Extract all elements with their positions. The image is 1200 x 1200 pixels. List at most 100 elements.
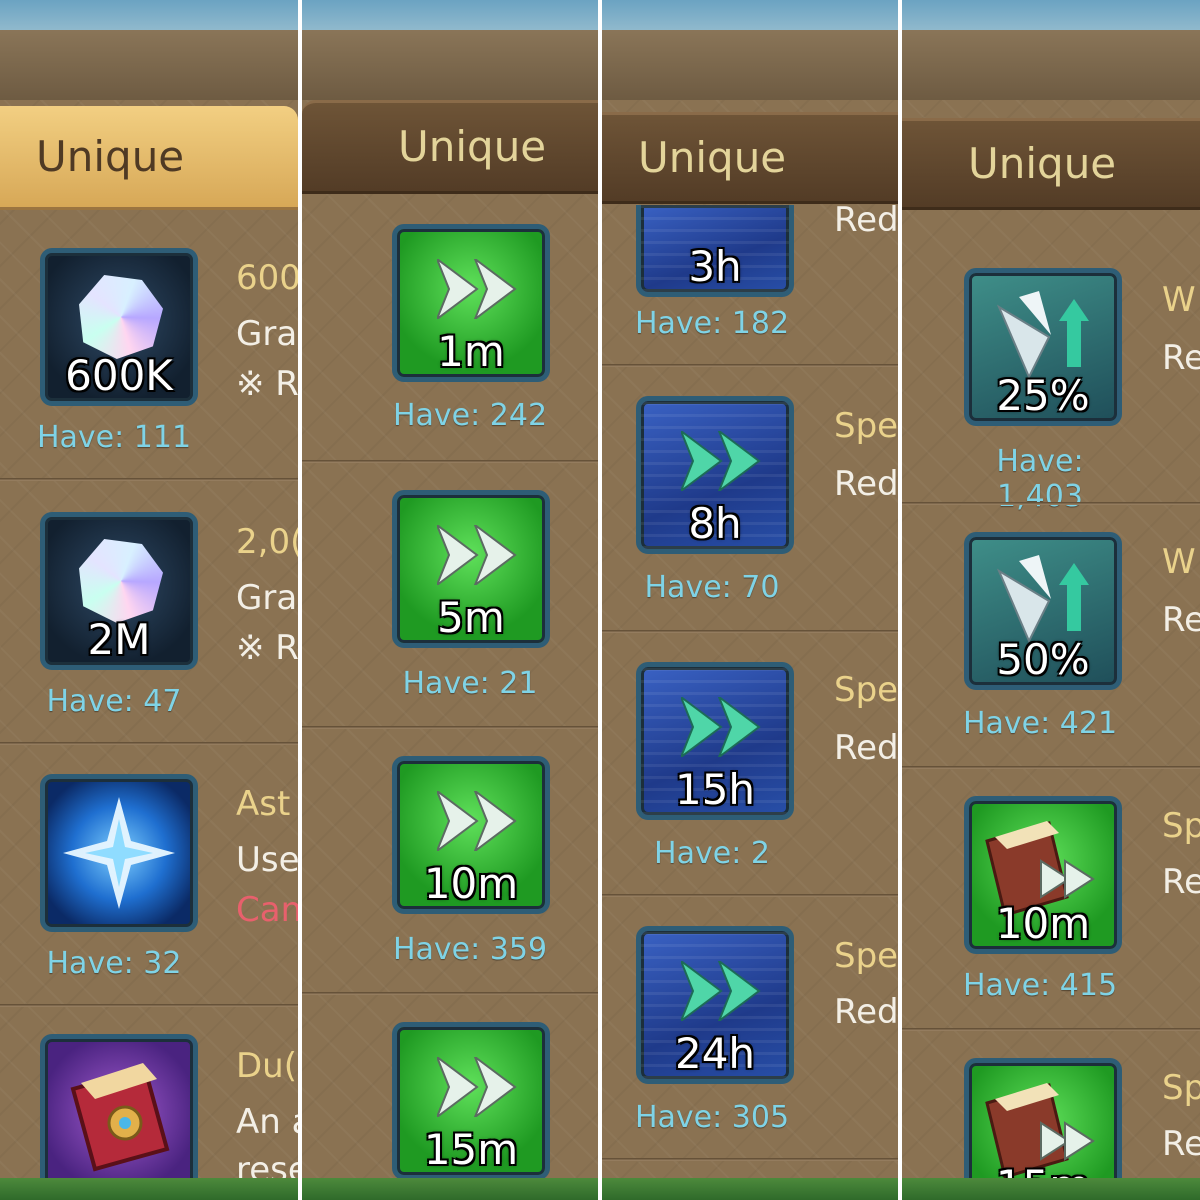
item-desc: Re bbox=[1162, 338, 1200, 378]
spellbook-icon bbox=[40, 1034, 198, 1192]
have-count: Have: 47 bbox=[46, 684, 182, 719]
sparkle-icon bbox=[63, 797, 175, 909]
speedup-arrows-icon: 3h bbox=[636, 205, 794, 297]
wing-icon bbox=[996, 291, 1089, 380]
speedup-arrows-icon: 1m bbox=[392, 224, 550, 382]
item-title: Sp bbox=[1162, 1068, 1200, 1108]
double-arrow-icon bbox=[437, 525, 517, 585]
item-amount: 15h bbox=[674, 765, 756, 814]
have-count: Have: 21 bbox=[402, 666, 538, 701]
item-amount: 25% bbox=[996, 371, 1090, 420]
item-desc: Re bbox=[1162, 600, 1200, 640]
tab-unique[interactable]: Unique bbox=[902, 118, 1200, 210]
item-title: Spe bbox=[834, 936, 898, 976]
have-count: Have: 2 bbox=[654, 836, 770, 871]
row-divider bbox=[902, 1028, 1200, 1031]
tab-unique[interactable]: Unique bbox=[602, 112, 898, 204]
speedup-arrows-icon: 5m bbox=[392, 490, 550, 648]
item-title: Du( bbox=[236, 1046, 297, 1086]
row-divider bbox=[602, 364, 898, 367]
have-count: Have: 359 bbox=[392, 932, 548, 967]
item-desc: Re bbox=[1162, 1124, 1200, 1164]
book-icon bbox=[70, 1063, 170, 1172]
item-amount: 3h bbox=[688, 242, 742, 291]
item-desc: Red bbox=[834, 200, 898, 240]
astral-spark-icon bbox=[40, 774, 198, 932]
have-count: Have: 305 bbox=[634, 1100, 790, 1135]
item-title: Spe bbox=[834, 670, 898, 710]
double-arrow-icon bbox=[437, 1057, 517, 1117]
wings-boost-icon: 25% bbox=[964, 268, 1122, 426]
item-amount: 1m bbox=[437, 327, 505, 376]
item-amount: 8h bbox=[688, 499, 742, 548]
panel-1: Unique 600K Have: 111 600 Gra ※ R 2M Hav… bbox=[0, 0, 298, 1200]
item-desc: Gra bbox=[236, 578, 298, 618]
crystal-gem-icon bbox=[79, 539, 163, 623]
top-bar bbox=[302, 30, 598, 100]
item-title: 600 bbox=[236, 258, 298, 298]
item-amount: 5m bbox=[437, 593, 505, 642]
row-divider bbox=[902, 502, 1200, 505]
double-arrow-icon bbox=[437, 259, 517, 319]
wing-icon bbox=[996, 555, 1089, 644]
item-desc: Red bbox=[834, 728, 898, 768]
top-bar bbox=[0, 30, 298, 100]
have-count: Have: 111 bbox=[36, 420, 192, 455]
tab-unique[interactable]: Unique bbox=[302, 100, 598, 194]
item-desc: Gra bbox=[236, 314, 298, 354]
item-amount: 15m bbox=[423, 1125, 519, 1174]
bottom-strip bbox=[902, 1178, 1200, 1200]
panel-4: Unique 25% Have: 1,403 W Re 50% Have: 42… bbox=[902, 0, 1200, 1200]
item-amount: 10m bbox=[995, 899, 1091, 948]
row-divider bbox=[602, 1158, 898, 1161]
bottom-strip bbox=[302, 1178, 598, 1200]
wings-boost-icon: 50% bbox=[964, 532, 1122, 690]
row-divider bbox=[602, 894, 898, 897]
crystal-icon: 2M bbox=[40, 512, 198, 670]
double-arrow-icon bbox=[681, 697, 761, 757]
have-count: Have: 182 bbox=[634, 306, 790, 341]
crystal-icon: 600K bbox=[40, 248, 198, 406]
item-warning: Can bbox=[236, 890, 298, 930]
speedup-arrows-icon: 15h bbox=[636, 662, 794, 820]
speedup-arrows-icon: 8h bbox=[636, 396, 794, 554]
row-divider bbox=[302, 992, 598, 995]
row-divider bbox=[0, 1004, 298, 1007]
row-divider bbox=[602, 630, 898, 633]
row-divider bbox=[302, 726, 598, 729]
research-speedup-icon: 10m bbox=[964, 796, 1122, 954]
double-arrow-icon bbox=[681, 431, 761, 491]
have-count: Have: 32 bbox=[46, 946, 182, 981]
item-desc: Red bbox=[834, 464, 898, 504]
row-divider bbox=[902, 766, 1200, 769]
item-title: W bbox=[1162, 542, 1196, 582]
speedup-arrows-icon: 10m bbox=[392, 756, 550, 914]
have-count: Have: 421 bbox=[962, 706, 1118, 741]
item-note: ※ R bbox=[236, 628, 298, 668]
double-arrow-icon bbox=[681, 961, 761, 1021]
have-count: Have: 242 bbox=[392, 398, 548, 433]
item-title: Sp bbox=[1162, 806, 1200, 846]
item-title: W bbox=[1162, 280, 1196, 320]
panel-2: Unique 1m Have: 242 5m Have: 21 10m Have… bbox=[302, 0, 598, 1200]
item-desc: Re bbox=[1162, 862, 1200, 902]
row-divider bbox=[0, 742, 298, 745]
item-amount: 24h bbox=[674, 1029, 756, 1078]
double-arrow-icon bbox=[437, 791, 517, 851]
item-amount: 50% bbox=[996, 635, 1090, 684]
bottom-strip bbox=[0, 1178, 298, 1200]
item-desc: Use bbox=[236, 840, 298, 880]
speedup-arrows-icon: 15m bbox=[392, 1022, 550, 1180]
speedup-arrows-icon: 24h bbox=[636, 926, 794, 1084]
tab-unique[interactable]: Unique bbox=[0, 106, 298, 210]
panel-3: Unique 3h Have: 182 Red 8h Have: 70 Spe … bbox=[602, 0, 898, 1200]
item-note: ※ R bbox=[236, 364, 298, 404]
row-divider bbox=[302, 460, 598, 463]
item-desc: Red bbox=[834, 992, 898, 1032]
item-amount: 10m bbox=[423, 859, 519, 908]
top-bar bbox=[602, 30, 898, 100]
bottom-strip bbox=[602, 1178, 898, 1200]
item-amount: 600K bbox=[65, 351, 173, 400]
item-title: 2,0( bbox=[236, 522, 298, 562]
item-amount: 2M bbox=[87, 615, 151, 664]
